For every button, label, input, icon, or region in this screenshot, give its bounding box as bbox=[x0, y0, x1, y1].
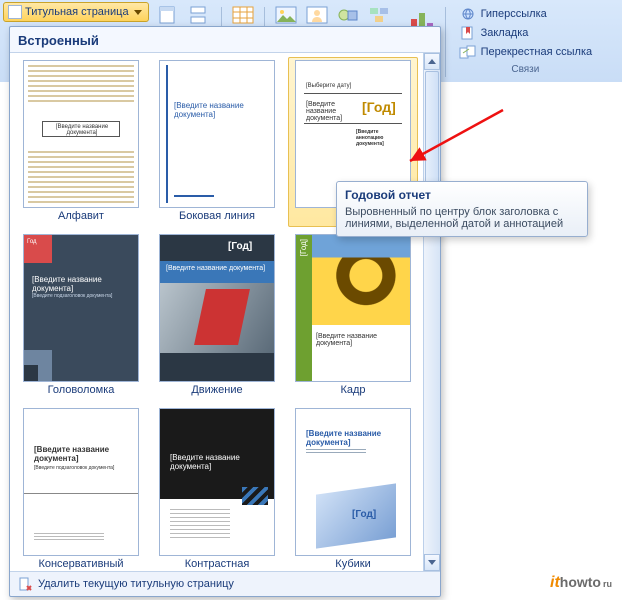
watermark: ithowtoru bbox=[550, 574, 612, 592]
hyperlink-button[interactable]: Гиперссылка bbox=[455, 5, 597, 23]
cover-page-icon bbox=[8, 5, 22, 19]
crossref-button[interactable]: Перекрестная ссылка bbox=[455, 43, 597, 61]
remove-cover-page-label: Удалить текущую титульную страницу bbox=[38, 578, 234, 590]
gallery-caption: Кубики bbox=[335, 558, 370, 572]
gallery-tile-frame[interactable]: [Год] [Введите название документа] Кадр bbox=[288, 231, 418, 401]
gallery-caption: Боковая линия bbox=[179, 210, 255, 224]
ribbon-separator bbox=[445, 7, 446, 77]
links-group: Гиперссылка Закладка Перекрестная ссылка… bbox=[453, 3, 601, 77]
table-button[interactable] bbox=[229, 3, 257, 27]
tooltip-body: Выровненный по центру блок заголовка с л… bbox=[345, 206, 579, 230]
gallery-caption: Консервативный bbox=[38, 558, 123, 572]
gallery-scrollbar[interactable] bbox=[423, 53, 440, 571]
scroll-down-button[interactable] bbox=[424, 554, 440, 571]
hyperlink-label: Гиперссылка bbox=[481, 8, 547, 20]
smartart-button[interactable] bbox=[365, 3, 393, 27]
scroll-up-button[interactable] bbox=[424, 53, 440, 70]
page-break-button[interactable] bbox=[186, 3, 214, 27]
gallery-tile-alphabet[interactable]: [Введите название документа] Алфавит bbox=[16, 57, 146, 227]
bookmark-label: Закладка bbox=[481, 27, 529, 39]
delete-page-icon bbox=[18, 577, 32, 591]
blank-page-button[interactable] bbox=[155, 3, 183, 27]
gallery-caption: Движение bbox=[191, 384, 242, 398]
gallery-caption: Контрастная bbox=[185, 558, 250, 572]
gallery-caption: Кадр bbox=[340, 384, 365, 398]
cover-page-gallery: Встроенный [Введите название документа] … bbox=[9, 26, 441, 597]
gallery-caption: Алфавит bbox=[58, 210, 104, 224]
links-group-label: Связи bbox=[455, 64, 597, 77]
gallery-caption: Головоломка bbox=[48, 384, 115, 398]
gallery-tile-motion[interactable]: [Год] [Введите название документа] Движе… bbox=[152, 231, 282, 401]
gallery-tile-cubes[interactable]: [Введите название документа] [Год] Кубик… bbox=[288, 405, 418, 572]
gallery-tile-sideline[interactable]: [Введите название документа] Боковая лин… bbox=[152, 57, 282, 227]
shapes-button[interactable] bbox=[334, 3, 362, 27]
gallery-tile-puzzle[interactable]: Год [Введите название документа] [Введит… bbox=[16, 231, 146, 401]
clipart-button[interactable] bbox=[303, 3, 331, 27]
bookmark-button[interactable]: Закладка bbox=[455, 24, 597, 42]
gallery-section-header: Встроенный bbox=[10, 27, 440, 52]
picture-button[interactable] bbox=[272, 3, 300, 27]
cover-page-label: Титульная страница bbox=[25, 6, 129, 18]
tooltip-title: Годовой отчет bbox=[345, 188, 579, 202]
gallery-tile-contrast[interactable]: [Введите название документа] Контрастная bbox=[152, 405, 282, 572]
cover-page-dropdown[interactable]: Титульная страница bbox=[3, 2, 149, 22]
chevron-down-icon bbox=[134, 10, 142, 15]
tooltip: Годовой отчет Выровненный по центру блок… bbox=[336, 181, 588, 237]
gallery-tile-conservative[interactable]: [Введите название документа] [Введите по… bbox=[16, 405, 146, 572]
remove-cover-page-item[interactable]: Удалить текущую титульную страницу bbox=[10, 572, 440, 596]
crossref-label: Перекрестная ссылка bbox=[481, 46, 593, 58]
